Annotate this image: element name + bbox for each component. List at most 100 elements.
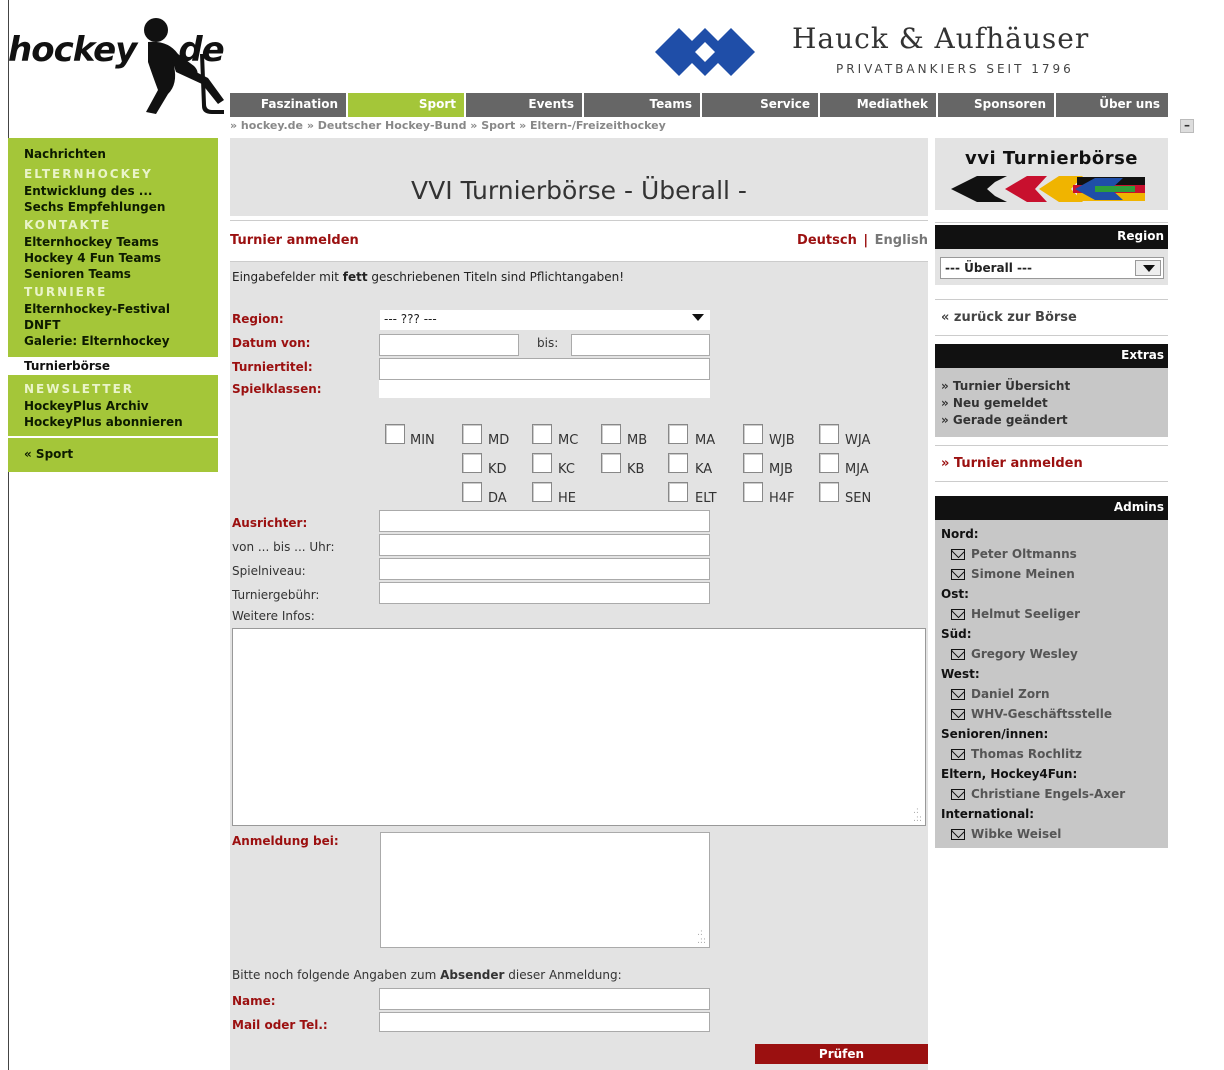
weitere-infos-label: Weitere Infos: [232,609,315,623]
spielklassen-input[interactable] [379,380,710,398]
turnier-anmelden-link[interactable]: » Turnier anmelden [935,446,1168,481]
tab-mediathek[interactable]: Mediathek [820,93,938,117]
sidebar-item-abonnieren[interactable]: HockeyPlus abonnieren [24,414,218,430]
tab-events[interactable]: Events [466,93,584,117]
class-checkbox-kc[interactable] [532,453,552,473]
extra-neu-gemeldet[interactable]: » Neu gemeldet [941,395,1162,412]
collapse-button[interactable]: – [1180,119,1194,133]
sidebar-category-elternhockey: ELTERNHOCKEY [24,167,153,181]
weitere-infos-textarea[interactable]: .:.:: [232,628,926,826]
turniergebuehr-label: Turniergebühr: [232,588,320,602]
tab-service[interactable]: Service [702,93,820,117]
tab-teams[interactable]: Teams [584,93,702,117]
arrows-icon [951,176,1145,202]
admin-cat-nord: Nord: [941,527,979,541]
class-checkbox-mb[interactable] [601,424,621,444]
sidebar-back-sport[interactable]: « Sport [24,446,218,462]
uhrzeit-label: von ... bis ... Uhr: [232,540,335,554]
sidebar-item-dnft[interactable]: DNFT [24,317,218,333]
lang-deutsch[interactable]: Deutsch [797,233,857,248]
lang-english[interactable]: English [875,233,928,248]
spielniveau-input[interactable] [379,558,710,580]
admin-contact[interactable]: Christiane Engels-Axer [951,784,1162,804]
turniertitel-label: Turniertitel: [232,360,313,374]
admin-contact[interactable]: Gregory Wesley [951,644,1162,664]
class-checkbox-wjb[interactable] [743,424,763,444]
region-filter-select[interactable]: --- Überall --- [940,257,1164,279]
admin-contact[interactable]: Wibke Weisel [951,824,1162,844]
sidebar-item-festival[interactable]: Elternhockey-Festival [24,301,218,317]
back-to-boerse-link[interactable]: « zurück zur Börse [935,300,1168,335]
chevron-down-icon [1135,260,1161,276]
bank-name: Hauck & Aufhäuser [792,22,1090,55]
datum-von-input[interactable] [379,334,519,356]
class-checkbox-kd[interactable] [462,453,482,473]
admin-contact[interactable]: Simone Meinen [951,564,1162,584]
name-label: Name: [232,994,276,1008]
sidebar-item-nachrichten[interactable]: Nachrichten [24,146,218,162]
admin-contact[interactable]: Peter Oltmanns [951,544,1162,564]
ausrichter-input[interactable] [379,510,710,532]
sidebar-item-galerie[interactable]: Galerie: Elternhockey [24,333,218,349]
resize-handle-icon[interactable]: .:.:: [697,929,706,946]
class-checkbox-ma[interactable] [668,424,688,444]
tab-ueber-uns[interactable]: Über uns [1056,93,1168,117]
sidebar-item-empfehlungen[interactable]: Sechs Empfehlungen [24,199,218,215]
class-checkbox-mjb[interactable] [743,453,763,473]
sidebar-item-turnierboerse[interactable]: Turnierbörse [8,357,218,375]
page-title: VVI Turnierbörse - Überall - [411,176,747,205]
extra-turnier-uebersicht[interactable]: » Turnier Übersicht [941,378,1162,395]
tab-sponsoren[interactable]: Sponsoren [938,93,1056,117]
extras-head: Extras [935,344,1168,368]
mail-icon [951,608,965,620]
class-checkbox-da[interactable] [462,482,482,502]
hockey-de-logo[interactable]: hockey de [8,18,268,130]
class-checkbox-min[interactable] [385,424,405,444]
breadcrumb[interactable]: » hockey.de » Deutscher Hockey-Bund » Sp… [230,119,666,132]
class-checkbox-mja[interactable] [819,453,839,473]
resize-handle-icon[interactable]: .:.:: [913,807,922,824]
mail-icon [951,648,965,660]
admin-contact[interactable]: Helmut Seeliger [951,604,1162,624]
sidebar-item-senioren-teams[interactable]: Senioren Teams [24,266,218,282]
tournament-form: Eingabefelder mit fett geschriebenen Tit… [230,262,928,1070]
sidebar-item-entwicklung[interactable]: Entwicklung des ... [24,183,218,199]
class-checkbox-h4f[interactable] [743,482,763,502]
region-select[interactable]: --- ??? --- [380,310,710,330]
turnierboerse-banner[interactable]: vvi Turnierbörse [935,138,1168,210]
admin-contact[interactable]: WHV-Geschäftsstelle [951,704,1162,724]
name-input[interactable] [379,988,710,1010]
admin-contact[interactable]: Thomas Rochlitz [951,744,1162,764]
uhrzeit-input[interactable] [379,534,710,556]
turniergebuehr-input[interactable] [379,582,710,604]
sidebar-item-hockey4fun-teams[interactable]: Hockey 4 Fun Teams [24,250,218,266]
right-sidebar: vvi Turnierbörse Region --- Überall --- … [935,138,1168,848]
class-checkbox-sen[interactable] [819,482,839,502]
class-checkbox-mc[interactable] [532,424,552,444]
sidebar-item-elternhockey-teams[interactable]: Elternhockey Teams [24,234,218,250]
ausrichter-label: Ausrichter: [232,516,308,530]
extra-gerade-geaendert[interactable]: » Gerade geändert [941,412,1162,429]
banner-title: vvi Turnierbörse [965,148,1139,169]
class-checkbox-wja[interactable] [819,424,839,444]
class-checkbox-elt[interactable] [668,482,688,502]
sidebar-category-newsletter: NEWSLETTER [24,382,135,396]
admin-contact[interactable]: Daniel Zorn [951,684,1162,704]
tab-sport[interactable]: Sport [348,93,466,117]
title-box: VVI Turnierbörse - Überall - [230,138,928,216]
class-checkbox-ka[interactable] [668,453,688,473]
sidebar-item-archiv[interactable]: HockeyPlus Archiv [24,398,218,414]
class-checkbox-md[interactable] [462,424,482,444]
admin-cat-sued: Süd: [941,627,972,641]
turniertitel-input[interactable] [379,358,710,380]
bis-label: bis: [537,336,559,350]
class-checkbox-kb[interactable] [601,453,621,473]
pruefen-button[interactable]: Prüfen [755,1044,928,1064]
class-checkbox-he[interactable] [532,482,552,502]
anmeldung-bei-textarea[interactable]: .:.:: [380,832,710,948]
tab-faszination[interactable]: Faszination [230,93,348,117]
sender-note: Bitte noch folgende Angaben zum Absender… [232,968,622,982]
datum-bis-input[interactable] [571,334,710,356]
mail-input[interactable] [379,1012,710,1032]
bank-diamond-logo [655,28,755,76]
